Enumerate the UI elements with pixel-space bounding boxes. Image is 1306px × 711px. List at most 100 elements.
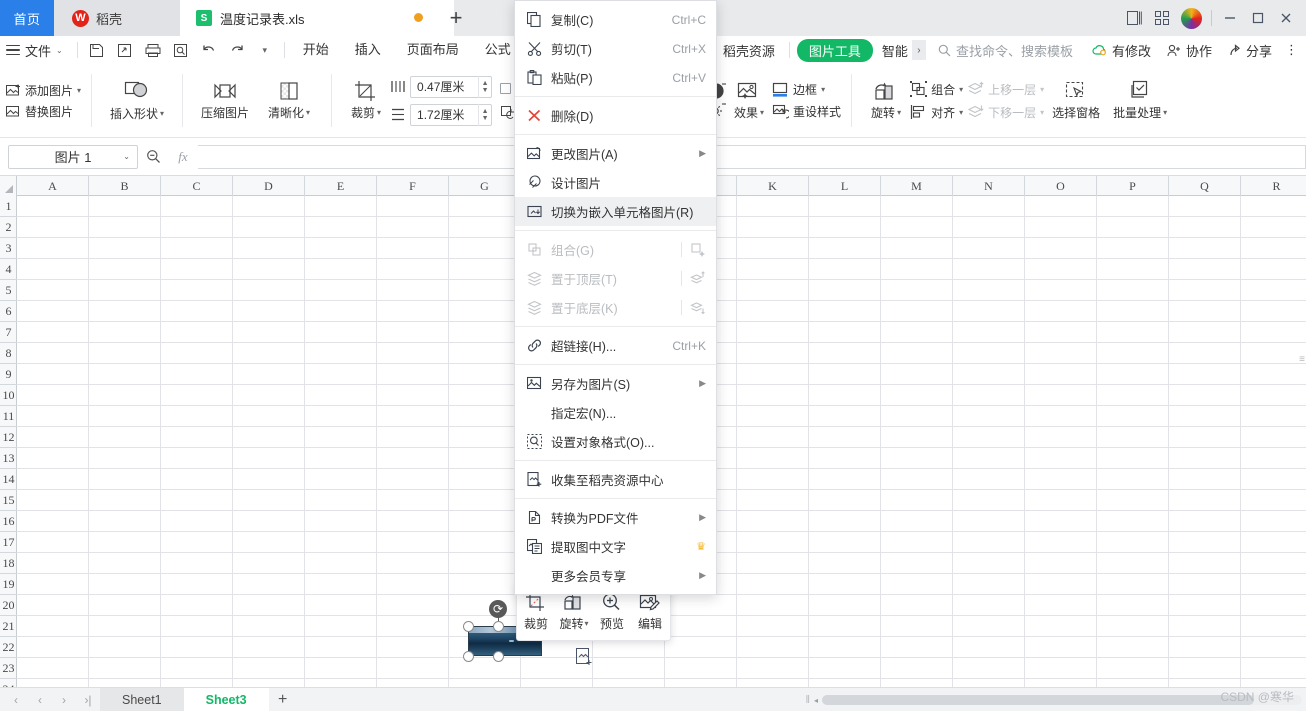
resize-handle-sw[interactable]: [463, 651, 474, 662]
height-spinner[interactable]: ▲ ▼: [478, 103, 491, 126]
row-header-4[interactable]: 4: [0, 259, 17, 280]
scrollbar-grip-icon[interactable]: ‖: [805, 694, 810, 706]
row-header-16[interactable]: 16: [0, 511, 17, 532]
undo-icon[interactable]: [195, 37, 223, 63]
scroll-left-arrow-icon[interactable]: ◂: [814, 696, 818, 705]
column-header-A[interactable]: A: [17, 176, 89, 196]
row-header-22[interactable]: 22: [0, 637, 17, 658]
customize-quick-access-icon[interactable]: ▾: [251, 37, 279, 63]
row-header-21[interactable]: 21: [0, 616, 17, 637]
row-header-15[interactable]: 15: [0, 490, 17, 511]
file-menu-button[interactable]: 文件 ⌄: [0, 41, 72, 60]
row-header-11[interactable]: 11: [0, 406, 17, 427]
resize-handle-s[interactable]: [493, 651, 504, 662]
redo-icon[interactable]: [223, 37, 251, 63]
column-header-F[interactable]: F: [377, 176, 449, 196]
menu-item-2[interactable]: 粘贴(P) Ctrl+V: [515, 63, 716, 92]
ribbon-tab-layout[interactable]: 页面布局: [394, 37, 472, 63]
chevron-down-icon[interactable]: ▾: [160, 109, 164, 118]
menu-item-23[interactable]: 提取图中文字 ♛: [515, 532, 716, 561]
save-icon[interactable]: [83, 37, 111, 63]
rotate-button[interactable]: 旋转 ▾: [862, 64, 910, 137]
chevron-down-icon[interactable]: ▾: [821, 85, 825, 94]
tab-docer[interactable]: W 稻壳: [54, 0, 180, 36]
align-button[interactable]: 对齐 ▾: [910, 104, 963, 121]
ribbon-tab-smart[interactable]: 智能: [875, 41, 910, 60]
width-spinner[interactable]: ▲ ▼: [478, 75, 491, 98]
split-view-icon[interactable]: [1120, 0, 1148, 36]
zoom-out-icon[interactable]: [138, 145, 168, 169]
menu-item-8[interactable]: 切换为嵌入单元格图片(R): [515, 197, 716, 226]
prev-sheet-button[interactable]: ‹: [28, 688, 52, 711]
row-header-13[interactable]: 13: [0, 448, 17, 469]
column-header-R[interactable]: R: [1241, 176, 1306, 196]
selection-pane-button[interactable]: 选择窗格: [1044, 64, 1108, 137]
row-header-6[interactable]: 6: [0, 301, 17, 322]
add-sheet-button[interactable]: +: [269, 688, 297, 711]
next-sheet-button[interactable]: ›: [52, 688, 76, 711]
effects-button[interactable]: 效果 ▾: [726, 64, 772, 137]
chevron-down-icon[interactable]: ▾: [1163, 108, 1167, 117]
group-button[interactable]: 组合 ▾: [910, 81, 963, 98]
menu-item-20[interactable]: 收集至稻壳资源中心: [515, 465, 716, 494]
crop-button[interactable]: 裁剪 ▾: [342, 64, 390, 137]
reset-style-button[interactable]: 重设样式: [772, 103, 841, 120]
avatar[interactable]: [1181, 7, 1202, 29]
sheet-tab-sheet3[interactable]: Sheet3: [183, 687, 269, 711]
chevron-down-icon[interactable]: ▾: [585, 619, 589, 628]
chevron-down-icon[interactable]: ▾: [959, 85, 963, 94]
save-as-cloud-icon[interactable]: [111, 37, 139, 63]
row-header-9[interactable]: 9: [0, 364, 17, 385]
print-preview-icon[interactable]: [167, 37, 195, 63]
column-header-L[interactable]: L: [809, 176, 881, 196]
row-header-3[interactable]: 3: [0, 238, 17, 259]
insert-function-button[interactable]: fx: [168, 145, 198, 169]
window-minimize-button[interactable]: [1216, 0, 1244, 36]
name-box[interactable]: 图片 1 ⌄: [8, 144, 138, 169]
menu-item-6[interactable]: 更改图片(A) ▶: [515, 139, 716, 168]
row-header-14[interactable]: 14: [0, 469, 17, 490]
column-header-P[interactable]: P: [1097, 176, 1169, 196]
chevron-right-icon[interactable]: ›: [911, 40, 926, 60]
row-header-23[interactable]: 23: [0, 658, 17, 679]
column-header-B[interactable]: B: [89, 176, 161, 196]
picture-width-input[interactable]: 0.47厘米 ▲ ▼: [410, 75, 493, 98]
column-header-N[interactable]: N: [953, 176, 1025, 196]
row-header-7[interactable]: 7: [0, 322, 17, 343]
chevron-down-icon[interactable]: ⌄: [123, 152, 130, 161]
chevron-down-icon[interactable]: ▾: [306, 108, 310, 117]
insert-shape-button[interactable]: 插入形状 ▾: [102, 64, 172, 137]
new-tab-button[interactable]: +: [438, 0, 474, 36]
row-header-19[interactable]: 19: [0, 574, 17, 595]
grid-view-icon[interactable]: [1148, 0, 1176, 36]
rotate-handle[interactable]: ⟳: [489, 600, 507, 618]
column-header-Q[interactable]: Q: [1169, 176, 1241, 196]
menu-item-16[interactable]: 另存为图片(S) ▶: [515, 369, 716, 398]
column-header-O[interactable]: O: [1025, 176, 1097, 196]
row-header-10[interactable]: 10: [0, 385, 17, 406]
resize-handle-n[interactable]: [493, 621, 504, 632]
row-header-20[interactable]: 20: [0, 595, 17, 616]
share-button[interactable]: 分享: [1221, 41, 1279, 60]
batch-process-button[interactable]: 批量处理 ▾: [1108, 64, 1172, 137]
more-options-icon[interactable]: ⋮: [1281, 42, 1302, 58]
menu-item-14[interactable]: 超链接(H)... Ctrl+K: [515, 331, 716, 360]
select-all-corner[interactable]: [0, 176, 17, 196]
menu-item-0[interactable]: 复制(C) Ctrl+C: [515, 5, 716, 34]
picture-border-button[interactable]: 边框 ▾: [772, 81, 841, 98]
ribbon-tab-insert[interactable]: 插入: [342, 37, 394, 63]
column-header-K[interactable]: K: [737, 176, 809, 196]
menu-item-17[interactable]: 指定宏(N)...: [515, 398, 716, 427]
menu-item-22[interactable]: 转换为PDF文件 ▶: [515, 503, 716, 532]
column-header-G[interactable]: G: [449, 176, 521, 196]
docer-resource-button[interactable]: 稻壳资源: [716, 41, 782, 60]
column-header-E[interactable]: E: [305, 176, 377, 196]
window-maximize-button[interactable]: [1244, 0, 1272, 36]
last-sheet-button[interactable]: ›|: [76, 688, 100, 711]
chevron-down-icon[interactable]: ▾: [959, 108, 963, 117]
picture-height-input[interactable]: 1.72厘米 ▲ ▼: [410, 103, 493, 126]
formula-input[interactable]: [198, 144, 1306, 169]
sharpen-picture-button[interactable]: 清晰化 ▾: [257, 64, 321, 137]
sheet-tab-sheet1[interactable]: Sheet1: [100, 687, 184, 711]
column-header-M[interactable]: M: [881, 176, 953, 196]
